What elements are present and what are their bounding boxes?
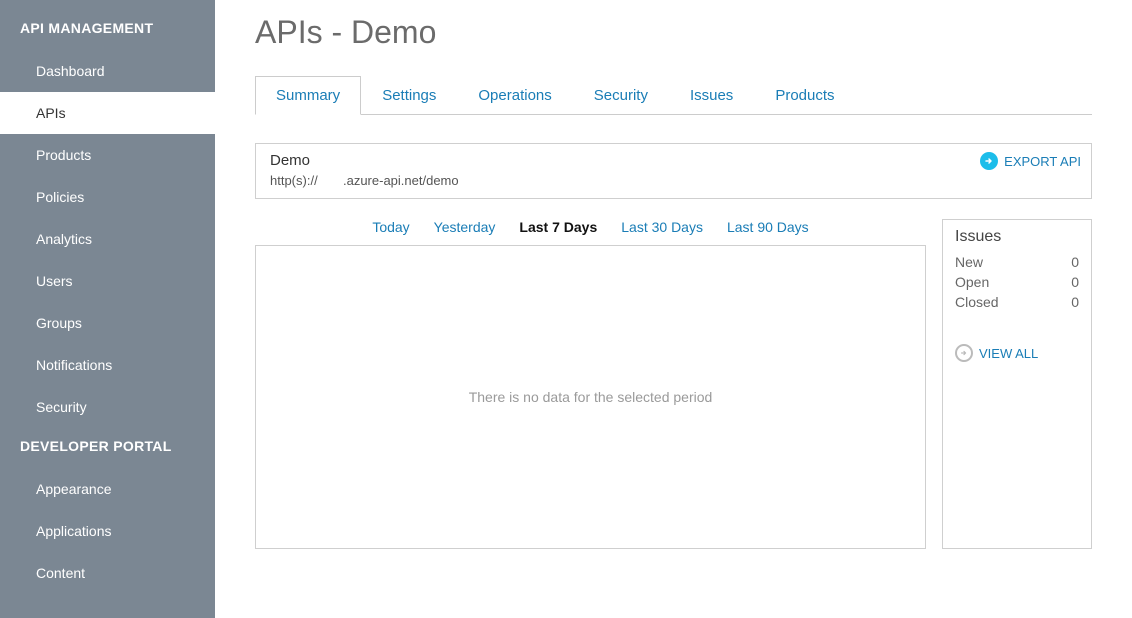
issue-row-value: 0 <box>1071 294 1079 310</box>
view-all-link[interactable]: VIEW ALL <box>955 344 1079 362</box>
range-yesterday[interactable]: Yesterday <box>434 219 496 235</box>
tab-operations[interactable]: Operations <box>457 76 572 115</box>
date-range-row: Today Yesterday Last 7 Days Last 30 Days Las… <box>255 219 926 235</box>
tab-summary[interactable]: Summary <box>255 76 361 115</box>
api-url-box: Demo http(s):// .azure-api.net/demo EXPO… <box>255 143 1092 199</box>
sidebar-item-users[interactable]: Users <box>0 260 215 302</box>
view-all-label: VIEW ALL <box>979 346 1038 361</box>
tab-products[interactable]: Products <box>754 76 855 115</box>
main-content: APIs - Demo SummarySettingsOperationsSec… <box>215 0 1132 618</box>
export-icon <box>980 152 998 170</box>
issue-row: New 0 <box>955 252 1079 272</box>
api-url-scheme: http(s):// <box>270 173 318 188</box>
sidebar-item-analytics[interactable]: Analytics <box>0 218 215 260</box>
sidebar: API MANAGEMENT DashboardAPIsProductsPoli… <box>0 0 215 618</box>
sidebar-heading-developer-portal: DEVELOPER PORTAL <box>0 428 215 468</box>
sidebar-item-applications[interactable]: Applications <box>0 510 215 552</box>
range-30days[interactable]: Last 30 Days <box>621 219 703 235</box>
sidebar-item-notifications[interactable]: Notifications <box>0 344 215 386</box>
issue-row: Open 0 <box>955 272 1079 292</box>
sidebar-item-groups[interactable]: Groups <box>0 302 215 344</box>
api-url-suffix: .azure-api.net/demo <box>343 173 459 188</box>
issue-row-label: New <box>955 254 983 270</box>
export-api-label: EXPORT API <box>1004 154 1081 169</box>
range-90days[interactable]: Last 90 Days <box>727 219 809 235</box>
issue-row-label: Open <box>955 274 989 290</box>
issue-row-value: 0 <box>1071 274 1079 290</box>
issues-title: Issues <box>955 228 1079 246</box>
sidebar-item-policies[interactable]: Policies <box>0 176 215 218</box>
sidebar-item-apis[interactable]: APIs <box>0 92 215 134</box>
issue-row-label: Closed <box>955 294 999 310</box>
sidebar-item-security[interactable]: Security <box>0 386 215 428</box>
sidebar-item-dashboard[interactable]: Dashboard <box>0 50 215 92</box>
chart-column: Today Yesterday Last 7 Days Last 30 Days Las… <box>255 219 926 549</box>
range-today[interactable]: Today <box>372 219 409 235</box>
view-all-icon <box>955 344 973 362</box>
page-title: APIs - Demo <box>255 14 1092 51</box>
tab-security[interactable]: Security <box>573 76 669 115</box>
tabs: SummarySettingsOperationsSecurityIssuesP… <box>255 75 1092 115</box>
range-7days[interactable]: Last 7 Days <box>519 219 597 235</box>
chart-empty-message: There is no data for the selected period <box>469 389 713 405</box>
export-api-link[interactable]: EXPORT API <box>980 152 1081 170</box>
issue-row: Closed 0 <box>955 292 1079 312</box>
chart-area: There is no data for the selected period <box>255 245 926 549</box>
issues-panel: Issues New 0 Open 0 Closed 0 VIEW ALL <box>942 219 1092 549</box>
sidebar-heading-api-management: API MANAGEMENT <box>0 10 215 50</box>
tab-settings[interactable]: Settings <box>361 76 457 115</box>
sidebar-item-appearance[interactable]: Appearance <box>0 468 215 510</box>
tab-issues[interactable]: Issues <box>669 76 754 115</box>
sidebar-item-content[interactable]: Content <box>0 552 215 594</box>
api-url-label: http(s):// .azure-api.net/demo <box>270 173 1077 188</box>
issue-row-value: 0 <box>1071 254 1079 270</box>
sidebar-item-products[interactable]: Products <box>0 134 215 176</box>
api-name-label: Demo <box>270 152 1077 169</box>
